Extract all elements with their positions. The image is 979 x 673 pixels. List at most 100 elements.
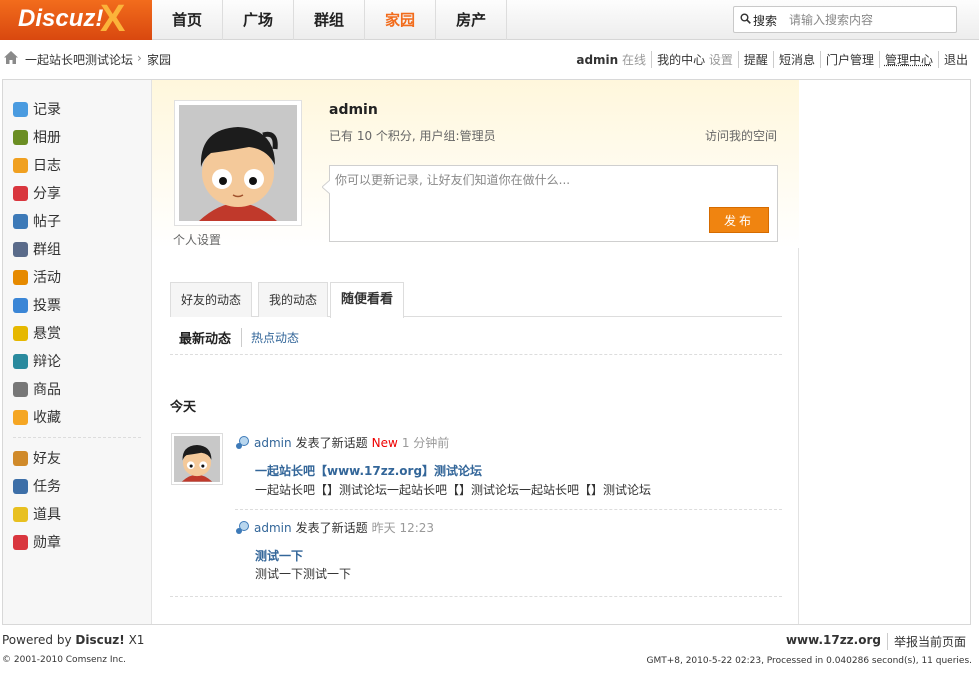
top-bar: Discuz! X 首页 广场 群组 家园 房产 搜索 [0,0,979,40]
profile-meta: 已有 10 个积分, 用户组:管理员 [329,129,496,143]
breadcrumb-bar: 一起站长吧测试论坛 › 家园 admin 在线 我的中心 设置 提醒 短消息 门… [0,41,979,77]
search-input[interactable] [789,10,949,29]
username-link[interactable]: admin [576,53,618,67]
main-nav: 首页 广场 群组 家园 房产 [152,0,508,40]
subtab-latest[interactable]: 最新动态 [179,328,243,347]
status-input[interactable] [335,173,715,187]
record-icon [13,101,28,117]
thread-icon [236,435,249,449]
visit-space-link[interactable]: 访问我的空间 [705,127,777,144]
group-icon [13,241,28,257]
breadcrumb-separator: › [137,51,142,65]
report-page-link[interactable]: 举报当前页面 [888,633,972,650]
logout-link[interactable]: 退出 [939,51,973,68]
sidebar-item-goods[interactable]: 商品 [13,379,61,399]
powered-prefix: Powered by [2,633,72,647]
sidebar-item-label: 收藏 [33,410,61,426]
tab-my-feed[interactable]: 我的动态 [258,282,329,317]
feed-avatar-image [174,436,220,482]
tab-random[interactable]: 随便看看 [330,282,405,318]
subtab-hot[interactable]: 热点动态 [251,329,309,347]
goods-icon [13,381,28,397]
feed-user-link[interactable]: admin [254,521,292,535]
feed-title-link[interactable]: 测试一下 [255,547,303,564]
task-icon [13,478,28,494]
main-frame: 记录 相册 日志 分享 帖子 群组 活动 投票 悬赏 辩论 商品 收藏 好友 任务 道具 勋章 个 [2,79,971,625]
sidebar-item-favorite[interactable]: 收藏 [13,407,61,427]
divider [170,354,782,355]
messages-link[interactable]: 短消息 [774,51,821,68]
sidebar-item-blog[interactable]: 日志 [13,155,61,175]
feed-title-link[interactable]: 一起站长吧【www.17zz.org】测试论坛 [255,462,482,479]
avatar-cartoon-icon [179,105,297,221]
remind-link[interactable]: 提醒 [739,51,774,68]
thread-icon [13,213,28,229]
sidebar-item-label: 日志 [33,158,61,174]
feed-time: 昨天 12:23 [371,521,435,535]
profile-avatar[interactable] [174,100,302,226]
friend-icon [13,450,28,466]
admin-center-link[interactable]: 管理中心 [880,51,939,68]
sidebar-item-label: 道具 [33,507,61,523]
sidebar-item-share[interactable]: 分享 [13,183,61,203]
sidebar: 记录相册日志分享帖子群组活动投票悬赏辩论商品收藏好友任务道具勋章 [3,80,152,624]
profile-name[interactable]: admin [329,102,378,118]
sidebar-item-reward[interactable]: 悬赏 [13,323,61,343]
sidebar-item-label: 活动 [33,270,61,286]
portal-admin-link[interactable]: 门户管理 [821,51,880,68]
sidebar-item-group[interactable]: 群组 [13,239,61,259]
sidebar-item-magic[interactable]: 道具 [13,504,61,524]
feed-subtabs: 最新动态 热点动态 [179,328,318,347]
feed-avatar[interactable] [171,433,223,485]
nav-home[interactable]: 首页 [152,0,224,40]
footer-links: www.17zz.org 举报当前页面 [780,633,972,650]
search-box: 搜索 [733,6,957,33]
divider [170,596,782,597]
nav-groups[interactable]: 群组 [294,0,366,40]
sidebar-item-task[interactable]: 任务 [13,476,61,496]
status-update-box: 发布 [322,165,778,242]
sidebar-item-thread[interactable]: 帖子 [13,211,61,231]
nav-home-space[interactable]: 家园 [365,0,437,40]
feed-body: 一起站长吧【】测试论坛一起站长吧【】测试论坛一起站长吧【】测试论坛 [255,483,652,497]
feed-action: 发表了新话题 [295,521,368,535]
search-label[interactable]: 搜索 [753,12,777,29]
feed-item-header: admin 发表了新话题 昨天 12:23 [235,519,434,536]
sidebar-item-record[interactable]: 记录 [13,99,61,119]
debate-icon [13,353,28,369]
discuz-logo[interactable]: Discuz! X [0,0,152,40]
powered-by: Powered by Discuz! X1 [2,633,144,647]
magic-icon [13,506,28,522]
settings-link[interactable]: 设置 [709,53,733,67]
favorite-icon [13,409,28,425]
footer-site-link[interactable]: www.17zz.org [780,633,888,650]
sidebar-item-debate[interactable]: 辩论 [13,351,61,371]
sidebar-item-poll[interactable]: 投票 [13,295,61,315]
avatar-cartoon-icon [174,436,220,482]
sidebar-item-medal[interactable]: 勋章 [13,532,61,552]
tab-friends-feed[interactable]: 好友的动态 [170,282,253,317]
home-icon[interactable] [4,51,18,64]
sidebar-item-activity[interactable]: 活动 [13,267,61,287]
my-center-link[interactable]: 我的中心 [657,53,705,67]
feed-user-link[interactable]: admin [254,436,292,450]
sidebar-item-friend[interactable]: 好友 [13,448,61,468]
nav-realestate[interactable]: 房产 [436,0,508,40]
online-status: 在线 [622,53,647,67]
nav-plaza[interactable]: 广场 [223,0,295,40]
new-badge: New [371,435,398,450]
sidebar-item-album[interactable]: 相册 [13,127,61,147]
blog-icon [13,157,28,173]
sidebar-item-label: 分享 [33,186,61,202]
publish-button[interactable]: 发布 [709,207,769,233]
powered-brand-link[interactable]: Discuz! [75,633,124,647]
logo-x-mark: X [100,0,126,40]
search-icon[interactable] [740,13,751,24]
logo-text: Discuz! [18,5,104,32]
poll-icon [13,297,28,313]
sidebar-item-label: 记录 [33,102,61,118]
personal-settings-link[interactable]: 个人设置 [173,231,221,248]
breadcrumb-current[interactable]: 家园 [147,51,171,68]
sidebar-divider [13,437,141,438]
breadcrumb-site[interactable]: 一起站长吧测试论坛 [25,51,133,68]
